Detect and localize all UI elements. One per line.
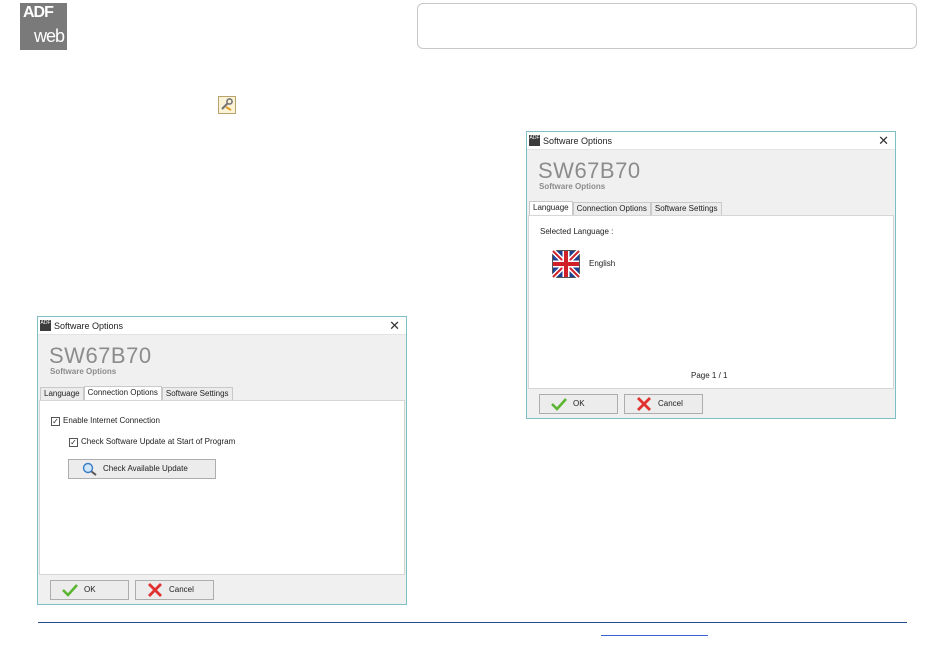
cancel-button[interactable]: Cancel — [135, 580, 214, 600]
enable-internet-checkbox[interactable]: ✓ — [51, 417, 60, 426]
tab-connection-options[interactable]: Connection Options — [572, 202, 651, 215]
footer-divider — [38, 622, 907, 623]
selected-language-label: Selected Language : — [540, 227, 614, 236]
software-options-dialog-connection: ADF Software Options ✕ SW67B70 Software … — [37, 316, 407, 605]
header-box — [417, 3, 917, 49]
tab-software-settings[interactable]: Software Settings — [161, 387, 233, 400]
dialog-window-title: Software Options — [54, 321, 124, 331]
language-panel: Selected Language : English Page 1 / 1 — [528, 215, 894, 389]
wrench-settings-icon[interactable] — [218, 96, 236, 114]
product-name: SW67B70 — [538, 158, 641, 183]
product-name: SW67B70 — [49, 343, 152, 368]
check-available-update-label: Check Available Update — [103, 464, 188, 473]
ok-button[interactable]: OK — [539, 394, 618, 414]
logo-text-web: web — [33, 26, 65, 46]
close-icon[interactable]: ✕ — [878, 132, 889, 150]
dialog-titlebar: ADF Software Options ✕ — [527, 132, 895, 150]
page-indicator: Page 1 / 1 — [691, 371, 728, 380]
tab-bar: Language Connection Options Software Set… — [529, 201, 722, 215]
checkmark-icon — [62, 584, 78, 597]
check-update-label: Check Software Update at Start of Progra… — [81, 437, 236, 446]
uk-flag-icon[interactable] — [552, 250, 580, 278]
cancel-label: Cancel — [658, 399, 683, 408]
close-icon[interactable]: ✕ — [389, 317, 400, 335]
ok-button[interactable]: OK — [50, 580, 129, 600]
adfweb-logo: ADF web — [20, 3, 67, 50]
logo-text-adf: ADF — [23, 4, 54, 21]
tab-language[interactable]: Language — [529, 201, 573, 215]
dialog-subtitle: Software Options — [50, 367, 117, 376]
cancel-label: Cancel — [169, 585, 194, 594]
cancel-x-icon — [637, 397, 651, 411]
footer-link-underline[interactable] — [601, 635, 708, 636]
check-available-update-button[interactable]: Check Available Update — [68, 459, 216, 479]
tab-connection-options[interactable]: Connection Options — [83, 386, 162, 400]
enable-internet-label: Enable Internet Connection — [63, 416, 160, 425]
check-update-checkbox[interactable]: ✓ — [69, 438, 78, 447]
tab-software-settings[interactable]: Software Settings — [650, 202, 722, 215]
cancel-x-icon — [148, 583, 162, 597]
dialog-titlebar: ADF Software Options ✕ — [38, 317, 406, 335]
adfweb-app-icon: ADF — [529, 135, 540, 146]
tab-language[interactable]: Language — [40, 387, 84, 400]
dialog-subtitle: Software Options — [539, 182, 606, 191]
connection-options-panel: ✓ Enable Internet Connection ✓ Check Sof… — [39, 400, 405, 575]
ok-label: OK — [84, 585, 96, 594]
software-options-dialog-language: ADF Software Options ✕ SW67B70 Software … — [526, 131, 896, 419]
language-name[interactable]: English — [589, 259, 615, 268]
dialog-window-title: Software Options — [543, 136, 613, 146]
tab-bar: Language Connection Options Software Set… — [40, 386, 233, 400]
magnifier-icon — [82, 462, 97, 476]
adfweb-app-icon: ADF — [40, 320, 51, 331]
ok-label: OK — [573, 399, 585, 408]
cancel-button[interactable]: Cancel — [624, 394, 703, 414]
checkmark-icon — [551, 398, 567, 411]
